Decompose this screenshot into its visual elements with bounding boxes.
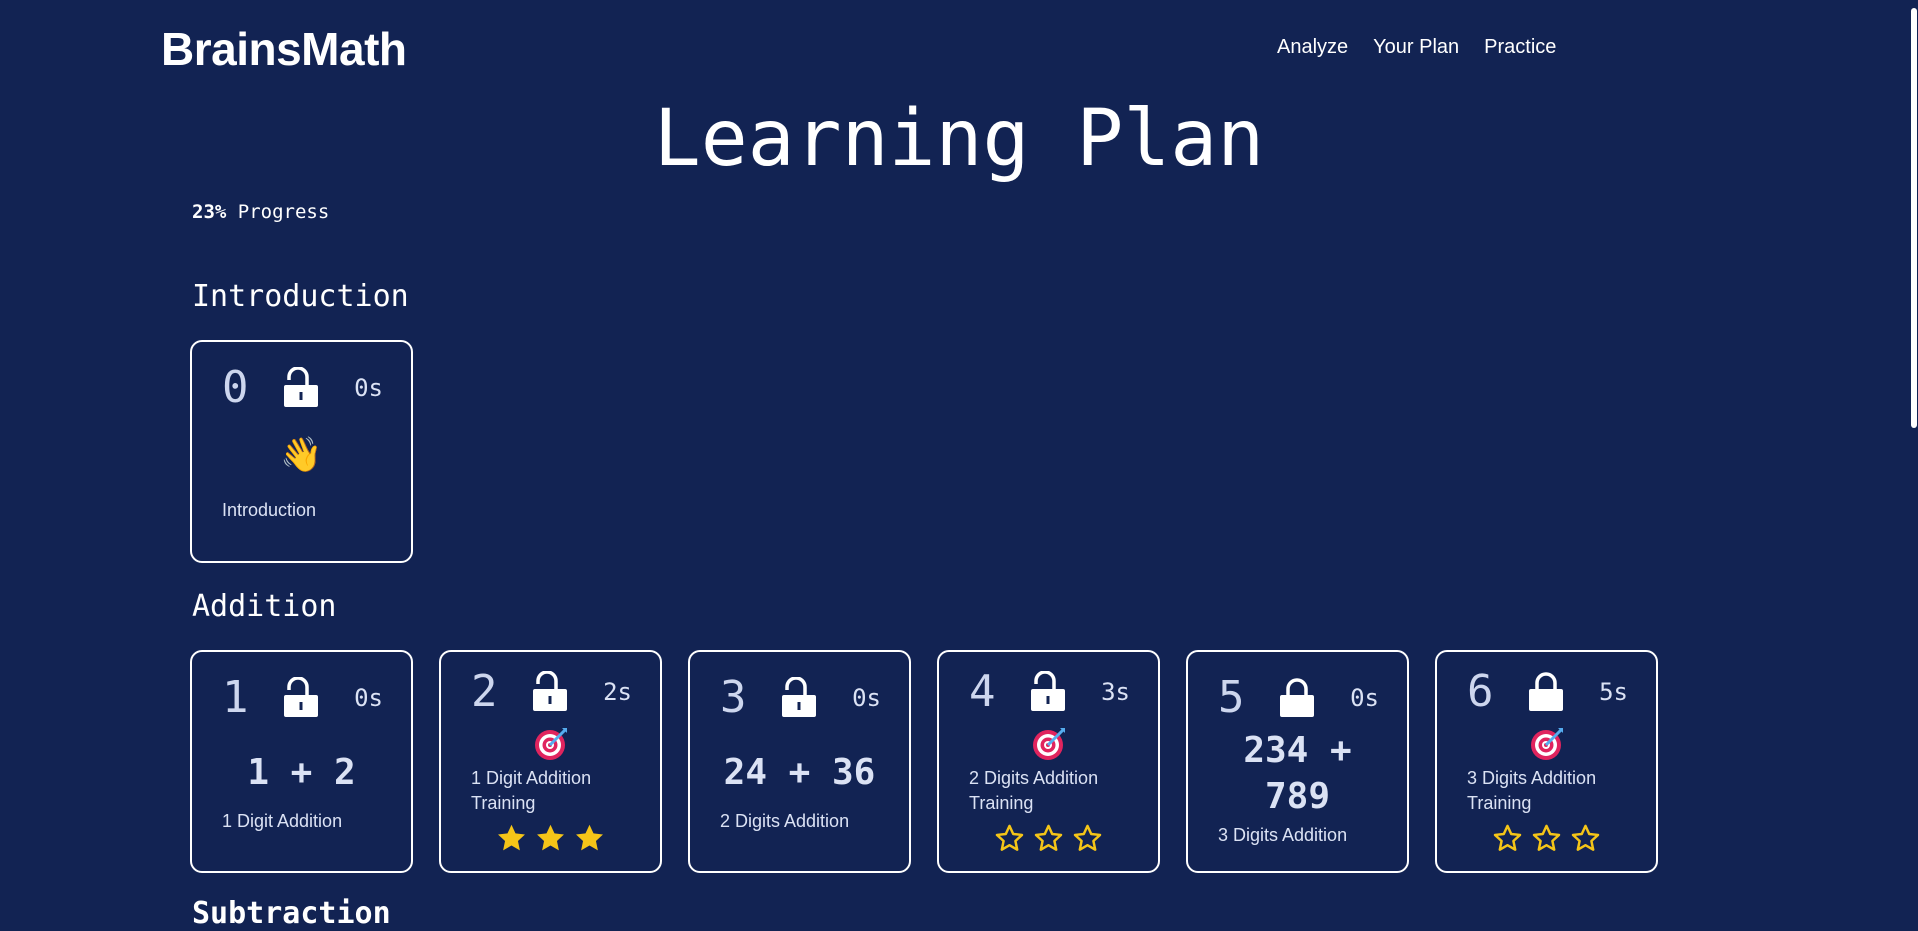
section-title-addition: Addition [192,589,337,624]
lesson-number: 6 [1467,666,1494,717]
lesson-time: 2s [603,678,632,706]
unlocked-padlock-icon [533,671,568,711]
lesson-time: 0s [852,684,881,712]
lesson-number: 0 [222,362,249,413]
lesson-card-3[interactable]: 3 0s 24 + 36 2 Digits Addition [688,650,911,873]
star-outline-icon [1493,824,1522,851]
nav-your-plan-link[interactable]: Your Plan [1373,36,1459,59]
star-rating [939,822,1158,855]
star-filled-icon [576,824,603,851]
star-filled-icon [537,824,564,851]
lesson-label: Introduction [222,500,317,520]
page-scrollbar[interactable] [1909,0,1918,911]
lesson-label: 3 Digits Addition [1218,825,1348,845]
lesson-expression: 24 + 36 [723,752,876,793]
star-outline-icon [1073,824,1102,851]
page-title: Learning Plan [653,94,1265,184]
scrollbar-thumb[interactable] [1911,8,1917,428]
star-rating [441,822,660,855]
lesson-number: 4 [969,666,996,717]
lesson-number: 2 [471,666,498,717]
lesson-number: 5 [1218,672,1245,723]
addition-lessons: 1 0s 1 + 2 1 Digit Addition 2 2s 1 Digit… [190,650,1658,873]
brand-logo[interactable]: BrainsMath [161,22,407,76]
section-title-introduction: Introduction [192,279,409,314]
lesson-time: 0s [354,374,383,402]
lesson-time: 0s [1350,684,1379,712]
lesson-expression: 1 + 2 [247,752,356,793]
star-outline-icon [1532,824,1561,851]
nav-analyze-link[interactable]: Analyze [1277,36,1348,59]
lesson-time: 5s [1599,678,1628,706]
locked-padlock-icon [1529,672,1564,711]
target-icon [1032,728,1065,760]
lesson-label: 2 Digits Addition Training [969,768,1099,813]
nav-practice-link[interactable]: Practice [1484,36,1556,59]
lesson-card-5[interactable]: 5 0s 234 + 789 3 Digits Addition [1186,650,1409,873]
lesson-label: 3 Digits Addition Training [1467,768,1597,813]
star-outline-icon [1571,824,1600,851]
lesson-label: 1 Digit Addition Training [471,768,592,813]
lesson-expression: 234 + 789 [1243,730,1352,817]
lesson-label: 1 Digit Addition [222,811,343,831]
lesson-number: 3 [720,672,747,723]
lesson-time: 3s [1101,678,1130,706]
lesson-card-4[interactable]: 4 3s 2 Digits Addition Training [937,650,1160,873]
locked-padlock-icon [1280,678,1315,717]
unlocked-padlock-icon [284,677,319,717]
star-rating [1437,822,1656,855]
star-filled-icon [498,824,525,851]
unlocked-padlock-icon [284,367,319,407]
progress-label: Progress [237,201,330,223]
lesson-card-2[interactable]: 2 2s 1 Digit Addition Training [439,650,662,873]
target-icon [1530,728,1563,760]
unlocked-padlock-icon [1031,671,1066,711]
lesson-card-1[interactable]: 1 0s 1 + 2 1 Digit Addition [190,650,413,873]
lesson-label: 2 Digits Addition [720,811,850,831]
star-outline-icon [1034,824,1063,851]
star-outline-icon [995,824,1024,851]
lesson-number: 1 [222,672,249,723]
lesson-card-6[interactable]: 6 5s 3 Digits Addition Training [1435,650,1658,873]
progress-value: 23% [192,201,227,223]
main-nav: Analyze Your Plan Practice [1277,36,1556,59]
unlocked-padlock-icon [782,677,817,717]
progress-indicator: 23% Progress [192,201,329,223]
lesson-card-0[interactable]: 0 0s 👋 Introduction [190,340,413,563]
waving-hand-icon: 👋 [280,436,323,474]
section-title-subtraction: Subtraction [192,896,391,931]
introduction-lessons: 0 0s 👋 Introduction [190,340,413,563]
lesson-time: 0s [354,684,383,712]
target-icon [534,728,567,760]
